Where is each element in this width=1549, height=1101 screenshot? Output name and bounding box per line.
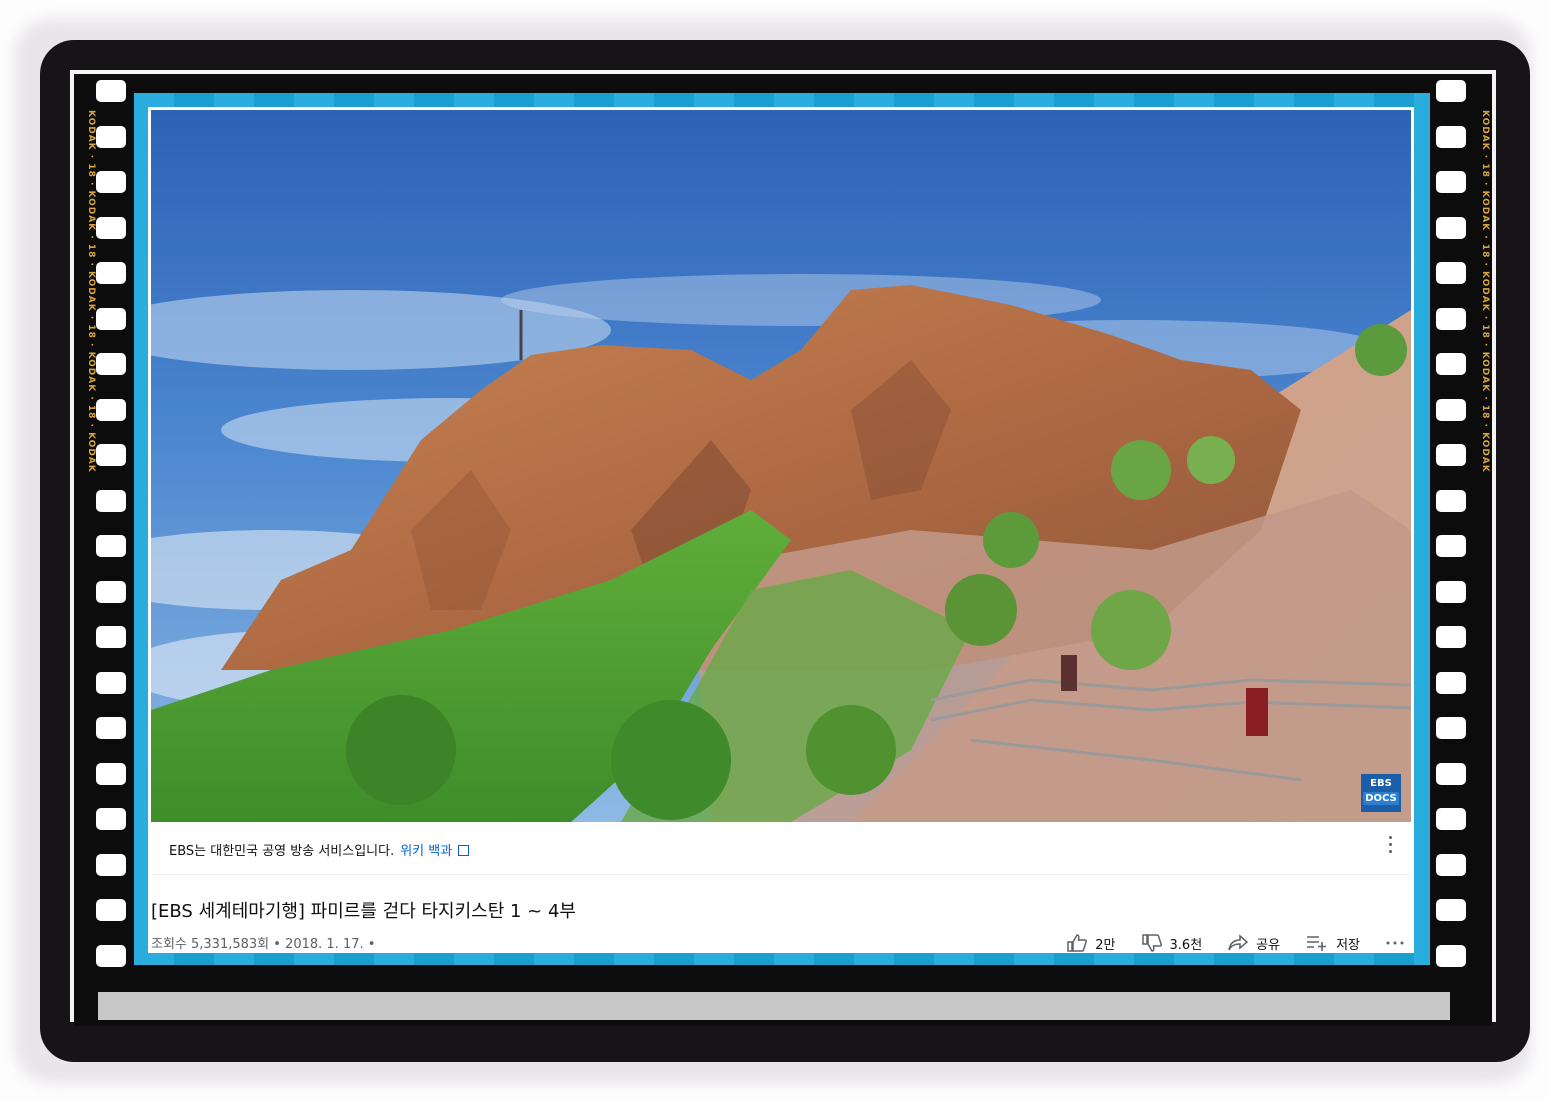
save-button[interactable]: 저장 [1306,934,1360,953]
sprocket-hole [1436,216,1466,239]
video-actions: 2만 3.6천 공유 저장 [1067,933,1404,953]
sprocket-hole [96,125,126,148]
sprocket-hole [1436,671,1466,694]
film-bottom-bar [98,992,1450,1020]
thumbs-up-icon [1067,934,1088,952]
sprocket-hole [96,171,126,193]
film-edge-text-right: KODAK · 18 · KODAK · 18 · KODAK · 18 · K… [1480,110,1490,473]
external-link-icon [458,845,470,856]
ebs-docs-logo: EBS DOCS [1361,774,1401,812]
sprocket-hole [96,398,126,421]
save-label: 저장 [1336,937,1360,953]
sprocket-hole [96,489,126,512]
sprocket-hole [1436,80,1466,102]
dislike-count: 3.6천 [1169,937,1203,953]
info-more-icon[interactable] [1389,836,1393,856]
right-sprocket-holes [1436,80,1470,980]
share-label: 공유 [1256,937,1281,953]
youtube-screenshot: EBS DOCS EBS는 대한민국 공영 방송 서비스입니다. 위키 백과 [E… [148,107,1414,953]
information-panel: EBS는 대한민국 공영 방송 서비스입니다. 위키 백과 [151,822,1411,875]
sprocket-hole [1436,171,1466,193]
sprocket-hole [1436,489,1466,512]
sprocket-hole [1436,262,1466,284]
ebs-logo-bottom: DOCS [1363,792,1399,805]
share-icon [1228,934,1249,951]
sprocket-hole [1436,353,1466,375]
video-meta: 조회수 5,331,583회 • 2018. 1. 17. • [151,937,376,952]
share-button[interactable]: 공유 [1228,934,1280,953]
film-edge-text-left: KODAK · 18 · KODAK · 18 · KODAK · 18 · K… [86,110,96,473]
sprocket-hole [1436,944,1466,967]
more-actions-button[interactable] [1386,940,1404,946]
sprocket-hole [96,535,126,557]
sprocket-hole [96,262,126,284]
left-sprocket-holes [96,80,130,980]
sprocket-hole [96,853,126,876]
sprocket-hole [96,580,126,603]
sprocket-hole [96,307,126,330]
dislike-button[interactable]: 3.6천 [1141,934,1203,953]
save-playlist-icon [1307,936,1327,951]
sprocket-hole [96,671,126,694]
wiki-link[interactable]: 위키 백과 [400,844,452,859]
video-frame-landscape [151,110,1411,822]
like-button[interactable]: 2만 [1067,934,1116,953]
sprocket-hole [1436,717,1466,739]
sprocket-hole [96,899,126,921]
sprocket-hole [1436,125,1466,148]
like-count: 2만 [1095,937,1116,953]
sprocket-hole [1436,398,1466,421]
sprocket-hole [96,762,126,785]
sprocket-hole [96,353,126,375]
sprocket-hole [96,717,126,739]
more-horizontal-icon [1386,941,1404,945]
sprocket-hole [1436,444,1466,466]
sprocket-hole [1436,899,1466,921]
sprocket-hole [96,626,126,648]
sprocket-hole [96,216,126,239]
sprocket-hole [1436,580,1466,603]
sprocket-hole [1436,762,1466,785]
sprocket-hole [96,80,126,102]
video-title: [EBS 세계테마기행] 파미르를 걷다 타지키스탄 1 ~ 4부 [151,901,576,922]
info-panel-text: EBS는 대한민국 공영 방송 서비스입니다. 위키 백과 [169,840,470,859]
video-player[interactable]: EBS DOCS [151,110,1411,822]
sprocket-hole [96,808,126,830]
sprocket-hole [1436,853,1466,876]
thumbs-down-icon [1141,934,1162,952]
info-panel-description: EBS는 대한민국 공영 방송 서비스입니다. [169,844,395,859]
sprocket-hole [1436,535,1466,557]
sprocket-hole [1436,626,1466,648]
sprocket-hole [96,444,126,466]
sprocket-hole [1436,808,1466,830]
ebs-logo-top: EBS [1370,778,1392,789]
sprocket-hole [96,944,126,967]
sprocket-hole [1436,307,1466,330]
